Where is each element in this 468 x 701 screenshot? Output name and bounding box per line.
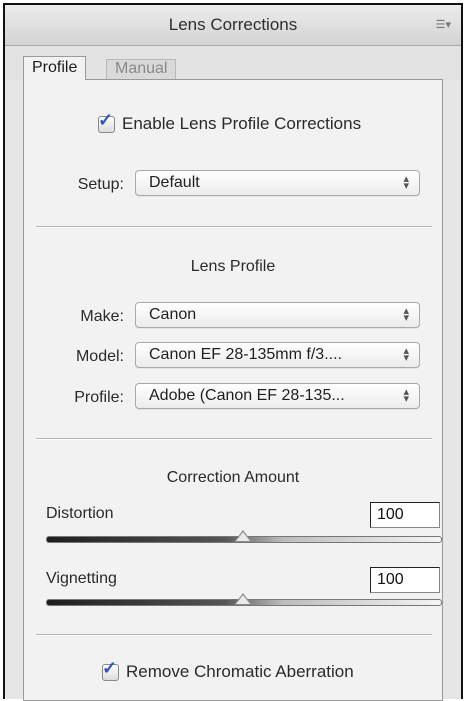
panel-menu-icon[interactable]: ☰▾ (436, 18, 451, 31)
setup-select[interactable]: Default ▴ ▾ (135, 170, 420, 196)
divider (36, 634, 432, 635)
model-select[interactable]: Canon EF 28-135mm f/3.... ▴ ▾ (135, 342, 420, 368)
distortion-value-field[interactable]: 100 (370, 502, 440, 528)
divider (36, 226, 432, 227)
vignetting-value-field[interactable]: 100 (370, 567, 440, 593)
profile-value: Adobe (Canon EF 28-135... (149, 387, 345, 404)
enable-profile-corrections-label: Enable Lens Profile Corrections (122, 114, 362, 133)
tab-profile[interactable]: Profile (23, 56, 87, 80)
panel-title: Lens Corrections (168, 15, 298, 34)
model-label: Model: (75, 348, 124, 365)
select-arrows-icon: ▴ ▾ (403, 173, 409, 192)
profile-tab-content: ✓ Enable Lens Profile Corrections Setup:… (23, 79, 443, 701)
remove-chromatic-aberration-checkbox[interactable]: ✓ Remove Chromatic Aberration (102, 659, 354, 682)
distortion-label: Distortion (46, 505, 114, 522)
select-arrows-icon: ▴ ▾ (403, 386, 409, 405)
tab-strip: Profile Manual (5, 46, 461, 80)
checkmark-icon: ✓ (98, 109, 114, 130)
enable-profile-corrections-checkbox[interactable]: ✓ Enable Lens Profile Corrections (98, 111, 362, 134)
select-arrows-icon: ▴ ▾ (403, 305, 409, 324)
lens-profile-heading: Lens Profile (190, 258, 276, 275)
lens-corrections-panel: Lens Corrections ☰▾ Profile Manual ✓ Ena… (3, 3, 463, 701)
profile-label: Profile: (74, 389, 124, 406)
select-arrows-icon: ▴ ▾ (403, 345, 409, 364)
make-label: Make: (80, 308, 124, 325)
panel-titlebar: Lens Corrections ☰▾ (5, 5, 461, 46)
setup-value: Default (149, 174, 200, 191)
model-value: Canon EF 28-135mm f/3.... (149, 346, 342, 363)
checkbox-box[interactable]: ✓ (98, 111, 115, 133)
checkbox-box[interactable]: ✓ (102, 659, 119, 681)
tab-manual[interactable]: Manual (106, 59, 177, 80)
divider (36, 438, 432, 439)
make-select[interactable]: Canon ▴ ▾ (135, 302, 420, 328)
vignetting-label: Vignetting (46, 570, 117, 587)
distortion-slider-thumb[interactable] (234, 530, 252, 542)
profile-select[interactable]: Adobe (Canon EF 28-135... ▴ ▾ (135, 383, 420, 409)
checkmark-icon: ✓ (102, 657, 118, 678)
correction-amount-heading: Correction Amount (166, 469, 300, 486)
remove-chromatic-aberration-label: Remove Chromatic Aberration (126, 662, 354, 681)
vignetting-slider-thumb[interactable] (234, 593, 252, 605)
make-value: Canon (149, 306, 197, 323)
setup-label: Setup: (77, 176, 124, 193)
